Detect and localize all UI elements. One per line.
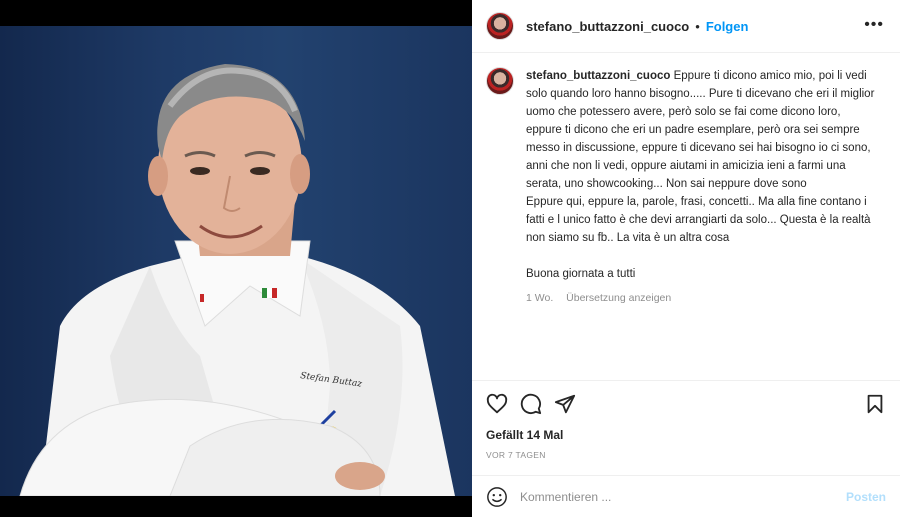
caption-row: stefano_buttazzoni_cuoco Eppure ti dicon… [486,67,884,307]
caption-area: stefano_buttazzoni_cuoco Eppure ti dicon… [472,53,900,380]
comment-icon[interactable] [520,393,542,415]
post-header: stefano_buttazzoni_cuoco • Folgen ••• [472,0,900,53]
caption-meta: 1 Wo. Übersetzung anzeigen [526,289,876,307]
caption-paragraph-2: Eppure qui, eppure la, parole, frasi, co… [526,196,874,244]
caption-paragraph-1: stefano_buttazzoni_cuoco Eppure ti dicon… [526,67,876,193]
post-photo[interactable]: Stefan Buttaz [0,26,472,496]
action-bar [472,380,900,424]
post-timestamp[interactable]: VOR 7 TAGEN [486,450,546,460]
caption-paragraph-1-text: Eppure ti dicono amico mio, poi li vedi … [526,70,878,190]
comment-bar: Posten [472,475,900,517]
post-comment-button[interactable]: Posten [846,490,886,504]
caption-username-link[interactable]: stefano_buttazzoni_cuoco [526,70,670,82]
follow-button[interactable]: Folgen [706,19,749,34]
heart-icon[interactable] [486,393,508,415]
photo-panel: Stefan Buttaz [0,0,472,517]
emoji-icon[interactable] [486,486,508,508]
caption-paragraph-3: Buona giornata a tutti [526,268,636,280]
likes-count[interactable]: Gefällt 14 Mal [486,428,563,442]
bookmark-icon[interactable] [864,393,886,415]
caption-text: stefano_buttazzoni_cuoco Eppure ti dicon… [526,67,876,307]
more-horizontal-icon[interactable]: ••• [864,16,884,34]
comment-input[interactable] [520,489,846,504]
chef-portrait-illustration: Stefan Buttaz [19,64,455,496]
post-panel: stefano_buttazzoni_cuoco • Folgen ••• st… [472,0,900,517]
share-icon[interactable] [554,393,576,415]
separator-dot: • [695,18,700,34]
avatar[interactable] [486,12,514,40]
translate-button[interactable]: Übersetzung anzeigen [566,292,671,304]
username-link[interactable]: stefano_buttazzoni_cuoco [526,19,689,34]
caption-avatar[interactable] [486,67,514,95]
caption-time[interactable]: 1 Wo. [526,292,553,304]
